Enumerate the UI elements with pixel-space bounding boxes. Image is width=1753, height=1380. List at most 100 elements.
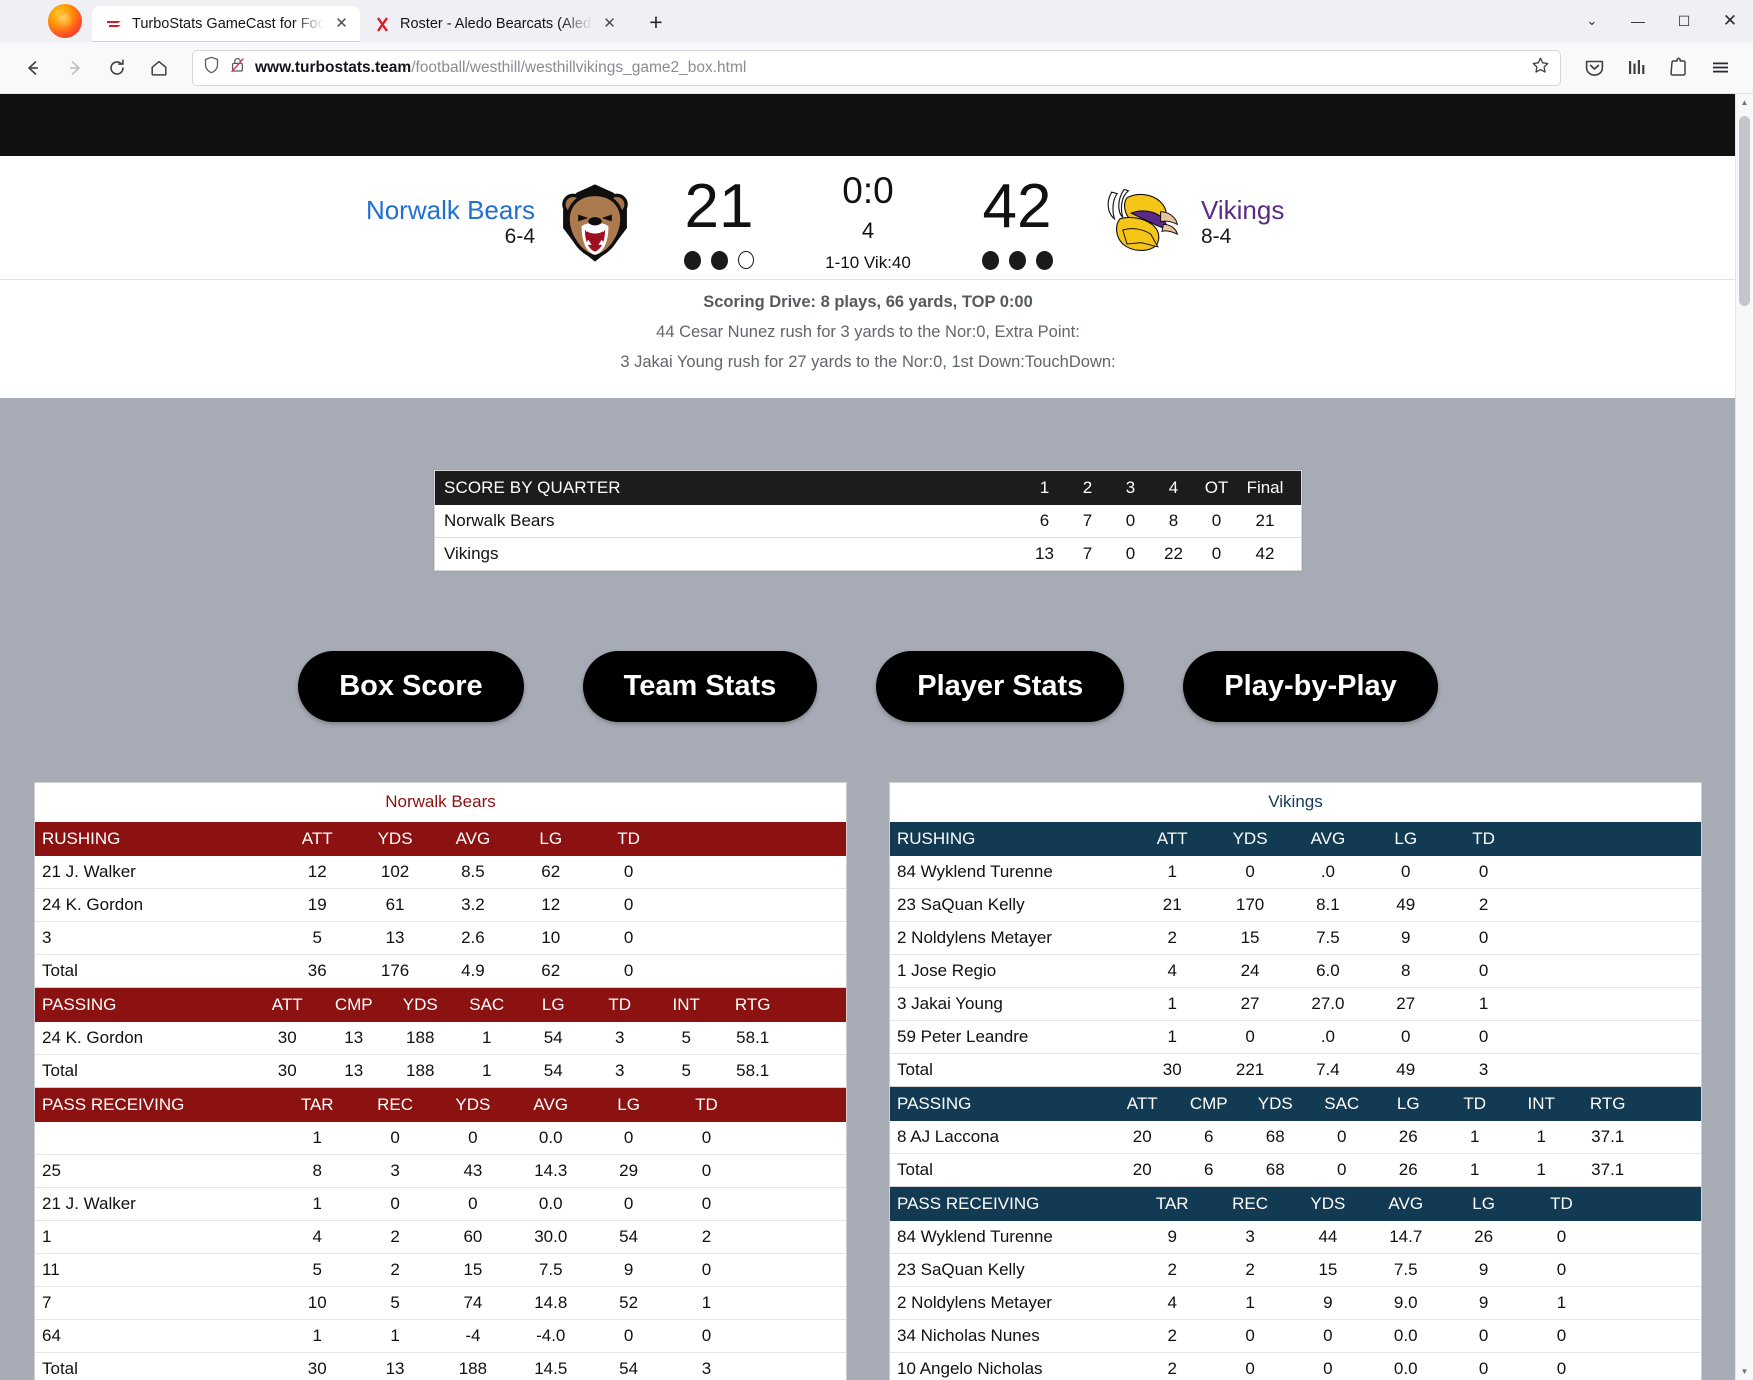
stat-section-label: PASS RECEIVING — [890, 1187, 1134, 1221]
lock-slash-icon[interactable] — [229, 56, 246, 79]
stat-header-row: PASS RECEIVING TAR REC YDS AVG LG TD — [35, 1088, 846, 1122]
stat-cell: 8 — [1366, 954, 1445, 988]
timeout-dot — [1008, 250, 1026, 270]
back-icon[interactable] — [14, 51, 52, 85]
viking-head-logo-icon — [1099, 181, 1183, 265]
library-icon[interactable] — [1617, 51, 1655, 85]
player-stats-button[interactable]: Player Stats — [876, 651, 1125, 722]
stat-cell: 0 — [1522, 1352, 1601, 1380]
team-stats-button[interactable]: Team Stats — [582, 651, 818, 722]
stat-cell: 5 — [278, 1253, 357, 1287]
home-team-info: Vikings 8-4 — [1201, 195, 1451, 249]
table-row: 11 5 2 15 7.5 9 0 — [35, 1253, 846, 1287]
home-icon[interactable] — [140, 51, 178, 85]
scrollbar-thumb[interactable] — [1739, 116, 1750, 306]
stat-col-cmp: CMP — [1175, 1087, 1242, 1121]
stat-section-label: RUSHING — [35, 822, 279, 856]
menu-icon[interactable] — [1701, 51, 1739, 85]
play-by-play-button[interactable]: Play-by-Play — [1183, 651, 1438, 722]
sbq-cell: 13 — [1035, 544, 1054, 563]
home-team-name[interactable]: Vikings — [1201, 195, 1451, 225]
stat-cell: 1 — [1441, 1153, 1508, 1187]
address-bar[interactable]: www.turbostats.team/football/westhill/we… — [192, 49, 1561, 86]
shield-icon[interactable] — [203, 56, 220, 79]
list-all-tabs-icon[interactable]: ⌄ — [1569, 13, 1615, 29]
scroll-down-icon[interactable]: ▼ — [1736, 1363, 1753, 1380]
stat-cell-pad — [1522, 1053, 1701, 1087]
url-path: /football/westhill/westhillvikings_game2… — [411, 58, 747, 76]
close-icon[interactable]: ✕ — [601, 15, 618, 33]
stat-cell: 13 — [356, 1352, 434, 1380]
stat-cell-pad — [1522, 1020, 1701, 1054]
stat-cell-pad — [745, 1122, 846, 1155]
stat-cell: 0 — [1288, 1352, 1367, 1380]
stat-cell: 170 — [1211, 888, 1289, 922]
pocket-icon[interactable] — [1575, 51, 1613, 85]
stat-cell: 27 — [1211, 987, 1289, 1021]
new-tab-button[interactable]: + — [640, 7, 672, 39]
away-team-name[interactable]: Norwalk Bears — [285, 195, 535, 225]
stat-cell: 0 — [356, 1187, 434, 1221]
stat-cell: 30 — [253, 1022, 321, 1055]
stat-cell: 4 — [1133, 954, 1212, 988]
stat-col-td: TD — [1522, 1187, 1601, 1221]
firefox-logo-icon — [48, 4, 82, 38]
stat-cell: 0.0 — [511, 1187, 590, 1221]
sbq-col-4: 4 — [1152, 471, 1195, 505]
stat-cell-pad — [1600, 1319, 1701, 1353]
stat-cell: 0 — [1366, 1020, 1445, 1054]
page-scrollbar[interactable]: ▲ ▼ — [1735, 94, 1753, 1380]
bookmark-star-icon[interactable] — [1531, 56, 1550, 80]
window-controls: ⌄ — ☐ ✕ — [1569, 0, 1753, 42]
stat-cell: 5 — [356, 1286, 434, 1320]
stat-cell-pad — [745, 1154, 846, 1188]
maximize-button[interactable]: ☐ — [1661, 13, 1707, 30]
stat-total-row: Total 36 176 4.9 62 0 — [35, 954, 846, 988]
stat-cell: 52 — [589, 1286, 668, 1320]
stat-cell: 0 — [1211, 856, 1289, 889]
stat-cell: 19 — [278, 888, 357, 922]
stat-cell: 0 — [589, 1187, 668, 1221]
player-name: 21 J. Walker — [35, 856, 279, 889]
stat-cell: 3 — [667, 1352, 746, 1380]
stat-cell: 7.4 — [1288, 1053, 1367, 1087]
forward-icon[interactable] — [56, 51, 94, 85]
stat-col-lg: LG — [519, 988, 587, 1022]
stat-col-yds: YDS — [1288, 1187, 1367, 1221]
extensions-icon[interactable] — [1659, 51, 1697, 85]
player-name: 2 Noldylens Metayer — [890, 1286, 1134, 1320]
stat-cell: 12 — [511, 888, 590, 922]
stat-cell: 8 — [278, 1154, 357, 1188]
stat-col-int: INT — [1507, 1087, 1575, 1121]
close-icon[interactable]: ✕ — [333, 15, 350, 33]
stat-cell-pad — [745, 1319, 846, 1353]
minimize-button[interactable]: — — [1615, 13, 1661, 29]
stat-cell: 0 — [589, 888, 668, 922]
stat-cell: 0 — [1308, 1121, 1375, 1154]
stat-cell: 49 — [1366, 888, 1445, 922]
stat-cell-pad — [1640, 1153, 1701, 1187]
scroll-up-icon[interactable]: ▲ — [1736, 94, 1753, 111]
tab-aledo-roster[interactable]: Roster - Aledo Bearcats (Aledo, ✕ — [360, 6, 628, 42]
stat-cell: 2 — [1133, 1253, 1212, 1287]
stat-cell: 8.1 — [1288, 888, 1367, 922]
stat-cell-pad — [745, 1352, 846, 1380]
tab-title: Roster - Aledo Bearcats (Aledo, — [400, 16, 592, 32]
stat-cell: 1 — [356, 1319, 434, 1353]
box-score-button[interactable]: Box Score — [298, 651, 524, 722]
home-box-score: Vikings RUSHING ATT YDS AVG LG TD 84 Wyklend T… — [889, 782, 1702, 1380]
table-row: 1 Jose Regio 4 24 6.0 8 0 — [890, 954, 1701, 988]
timeout-dot — [981, 250, 999, 270]
stat-cell-pad — [1522, 888, 1701, 922]
home-box-title: Vikings — [1268, 792, 1323, 811]
stat-cell: 20 — [1108, 1121, 1176, 1154]
tab-turbostats[interactable]: TurboStats GameCast for Footba ✕ — [92, 6, 360, 42]
stat-col-pad — [745, 1088, 846, 1122]
stat-col-int: INT — [652, 988, 720, 1022]
close-window-button[interactable]: ✕ — [1707, 11, 1753, 31]
stat-cell: 3 — [1211, 1221, 1289, 1254]
sbq-cell: 22 — [1164, 544, 1183, 563]
stat-cell: 0 — [1211, 1352, 1289, 1380]
stat-cell: 9 — [1444, 1286, 1523, 1320]
reload-icon[interactable] — [98, 51, 136, 85]
